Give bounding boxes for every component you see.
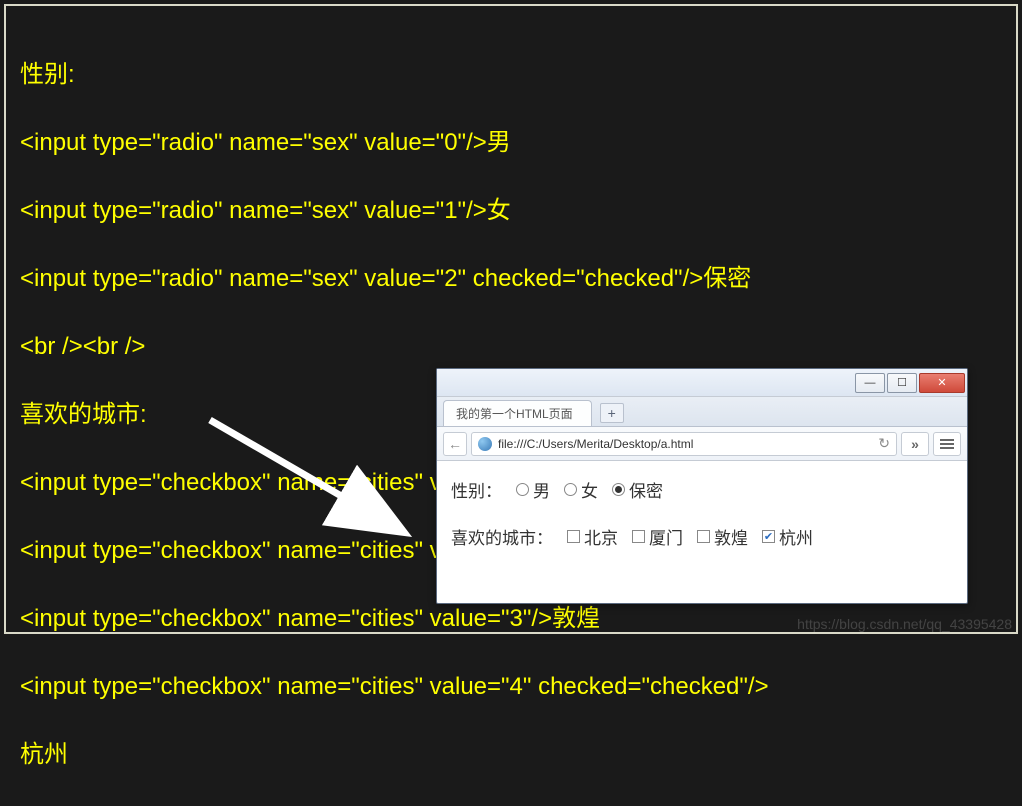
tab-row: 我的第一个HTML页面 + bbox=[437, 397, 967, 427]
radio-icon bbox=[564, 483, 577, 496]
code-line: <input type="checkbox" name="cities" val… bbox=[20, 670, 1002, 704]
close-button[interactable]: ✕ bbox=[919, 373, 965, 393]
code-line: <input type="radio" name="sex" value="0"… bbox=[20, 126, 1002, 160]
new-tab-button[interactable]: + bbox=[600, 403, 624, 423]
code-line: <input type="radio" name="sex" value="2"… bbox=[20, 262, 1002, 296]
plus-icon: + bbox=[608, 405, 616, 421]
checkbox-label: 北京 bbox=[584, 524, 618, 549]
address-bar: ← file:///C:/Users/Merita/Desktop/a.html… bbox=[437, 427, 967, 461]
back-button[interactable]: ← bbox=[443, 432, 467, 456]
gender-row: 性别： 男 女 保密 bbox=[451, 477, 953, 502]
hamburger-icon bbox=[940, 443, 954, 445]
code-line: <input type="radio" name="sex" value="1"… bbox=[20, 194, 1002, 228]
globe-icon bbox=[478, 437, 492, 451]
reload-icon[interactable]: ↻ bbox=[878, 435, 890, 452]
overflow-button[interactable]: » bbox=[901, 432, 929, 456]
checkbox-label: 敦煌 bbox=[714, 524, 748, 549]
watermark: https://blog.csdn.net/qq_43395428 bbox=[797, 616, 1012, 632]
radio-label: 女 bbox=[581, 477, 598, 502]
window-titlebar: — ☐ ✕ bbox=[437, 369, 967, 397]
url-text: file:///C:/Users/Merita/Desktop/a.html bbox=[498, 437, 872, 451]
checkbox-dunhuang[interactable]: 敦煌 bbox=[697, 524, 748, 549]
checkbox-icon bbox=[697, 530, 710, 543]
radio-male[interactable]: 男 bbox=[516, 477, 550, 502]
radio-label: 男 bbox=[533, 477, 550, 502]
gender-label: 性别： bbox=[451, 477, 502, 502]
checkbox-checked-icon: ✔ bbox=[762, 530, 775, 543]
code-line: 性别: bbox=[20, 58, 1002, 92]
browser-window: — ☐ ✕ 我的第一个HTML页面 + ← file:///C:/Users/M… bbox=[436, 368, 968, 604]
checkbox-label: 厦门 bbox=[649, 524, 683, 549]
tab-title: 我的第一个HTML页面 bbox=[456, 405, 573, 422]
radio-icon bbox=[516, 483, 529, 496]
chevron-right-icon: » bbox=[911, 436, 919, 452]
code-line: <br /><br /> bbox=[20, 330, 1002, 364]
minimize-icon: — bbox=[865, 377, 876, 389]
checkbox-icon bbox=[567, 530, 580, 543]
menu-button[interactable] bbox=[933, 432, 961, 456]
maximize-icon: ☐ bbox=[897, 376, 907, 389]
back-icon: ← bbox=[448, 436, 462, 452]
rendered-page: 性别： 男 女 保密 喜欢的城市： 北京 厦门 bbox=[437, 461, 967, 587]
radio-checked-icon bbox=[612, 483, 625, 496]
checkbox-label: 杭州 bbox=[779, 524, 813, 549]
cities-label: 喜欢的城市： bbox=[451, 524, 553, 549]
checkbox-hangzhou[interactable]: ✔ 杭州 bbox=[762, 524, 813, 549]
url-input[interactable]: file:///C:/Users/Merita/Desktop/a.html ↻ bbox=[471, 432, 897, 456]
close-icon: ✕ bbox=[937, 376, 946, 389]
checkbox-xiamen[interactable]: 厦门 bbox=[632, 524, 683, 549]
checkbox-beijing[interactable]: 北京 bbox=[567, 524, 618, 549]
maximize-button[interactable]: ☐ bbox=[887, 373, 917, 393]
code-line: 杭州 bbox=[20, 738, 1002, 772]
radio-secret[interactable]: 保密 bbox=[612, 477, 663, 502]
checkbox-icon bbox=[632, 530, 645, 543]
browser-tab[interactable]: 我的第一个HTML页面 bbox=[443, 400, 592, 426]
radio-label: 保密 bbox=[629, 477, 663, 502]
minimize-button[interactable]: — bbox=[855, 373, 885, 393]
cities-row: 喜欢的城市： 北京 厦门 敦煌 ✔ 杭州 bbox=[451, 524, 953, 549]
radio-female[interactable]: 女 bbox=[564, 477, 598, 502]
